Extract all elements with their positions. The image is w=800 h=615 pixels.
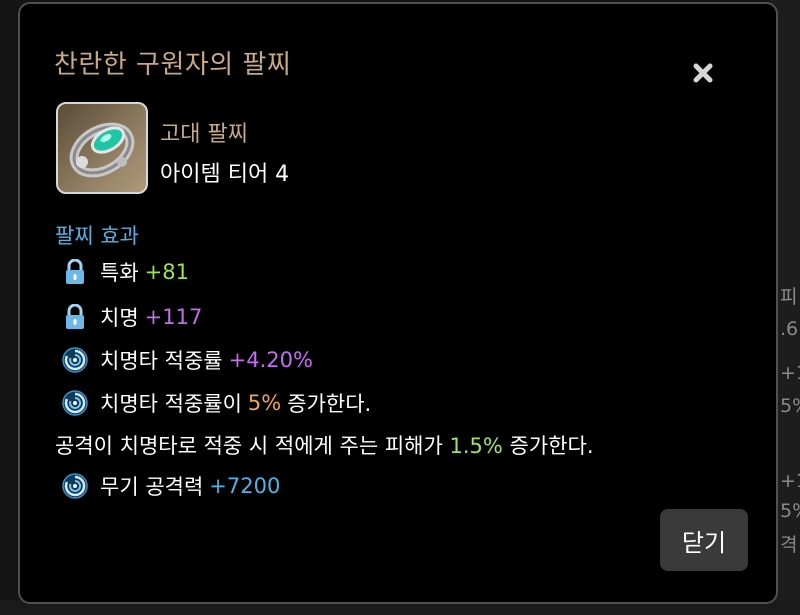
close-button[interactable]: 닫기	[660, 509, 748, 571]
effect-value: +117	[144, 305, 203, 329]
background-text: 격	[780, 534, 798, 556]
description-text: 증가한다.	[509, 434, 594, 458]
background-text: 피	[780, 286, 798, 308]
item-tooltip-dialog: 찬란한 구원자의 팔찌 고대 팔찌 아이템 티어 4 팔찌 효과 특화 +81	[18, 2, 778, 604]
effect-value: +4.20%	[228, 348, 313, 372]
background-text: 5%	[780, 395, 800, 417]
item-tier: 아이템 티어 4	[160, 162, 290, 187]
effect-description: 공격이 치명타로 적중 시 적에게 주는 피해가 1.5% 증가한다.	[55, 430, 594, 460]
effect-value: +81	[144, 260, 189, 284]
swirl-icon	[58, 471, 92, 501]
background-text: 5%	[780, 500, 800, 522]
description-value: 1.5%	[449, 434, 503, 458]
background-text: +1	[780, 470, 800, 492]
effect-row: 치명타 적중률 +4.20%	[58, 344, 313, 376]
effects-section-label: 팔찌 효과	[55, 224, 139, 248]
effect-row: 특화 +81	[58, 256, 189, 288]
effect-label: 특화	[100, 261, 139, 285]
lock-icon	[58, 302, 92, 332]
effect-label: 치명타 적중률	[100, 349, 223, 373]
effect-value: +7200	[209, 474, 281, 498]
effect-row: 치명 +117	[58, 301, 202, 333]
item-grade: 고대 팔찌	[160, 122, 248, 147]
description-text: 공격이 치명타로 적중 시 적에게 주는 피해가	[55, 434, 443, 458]
swirl-icon	[58, 388, 92, 418]
effect-text: 치명타 적중률이	[100, 392, 242, 416]
background-text: .6	[780, 318, 799, 340]
bracelet-icon	[56, 102, 148, 194]
effect-label: 무기 공격력	[100, 475, 204, 499]
effect-row: 치명타 적중률이 5% 증가한다.	[58, 387, 371, 419]
background-text: +1	[780, 362, 800, 384]
lock-icon	[58, 257, 92, 287]
effect-text: 증가한다.	[287, 392, 372, 416]
effect-label: 치명	[100, 306, 139, 330]
close-icon[interactable]	[688, 58, 718, 88]
swirl-icon	[58, 345, 92, 375]
dialog-title: 찬란한 구원자의 팔찌	[54, 50, 292, 80]
effect-value: 5%	[247, 391, 282, 415]
effect-row: 무기 공격력 +7200	[58, 470, 280, 502]
